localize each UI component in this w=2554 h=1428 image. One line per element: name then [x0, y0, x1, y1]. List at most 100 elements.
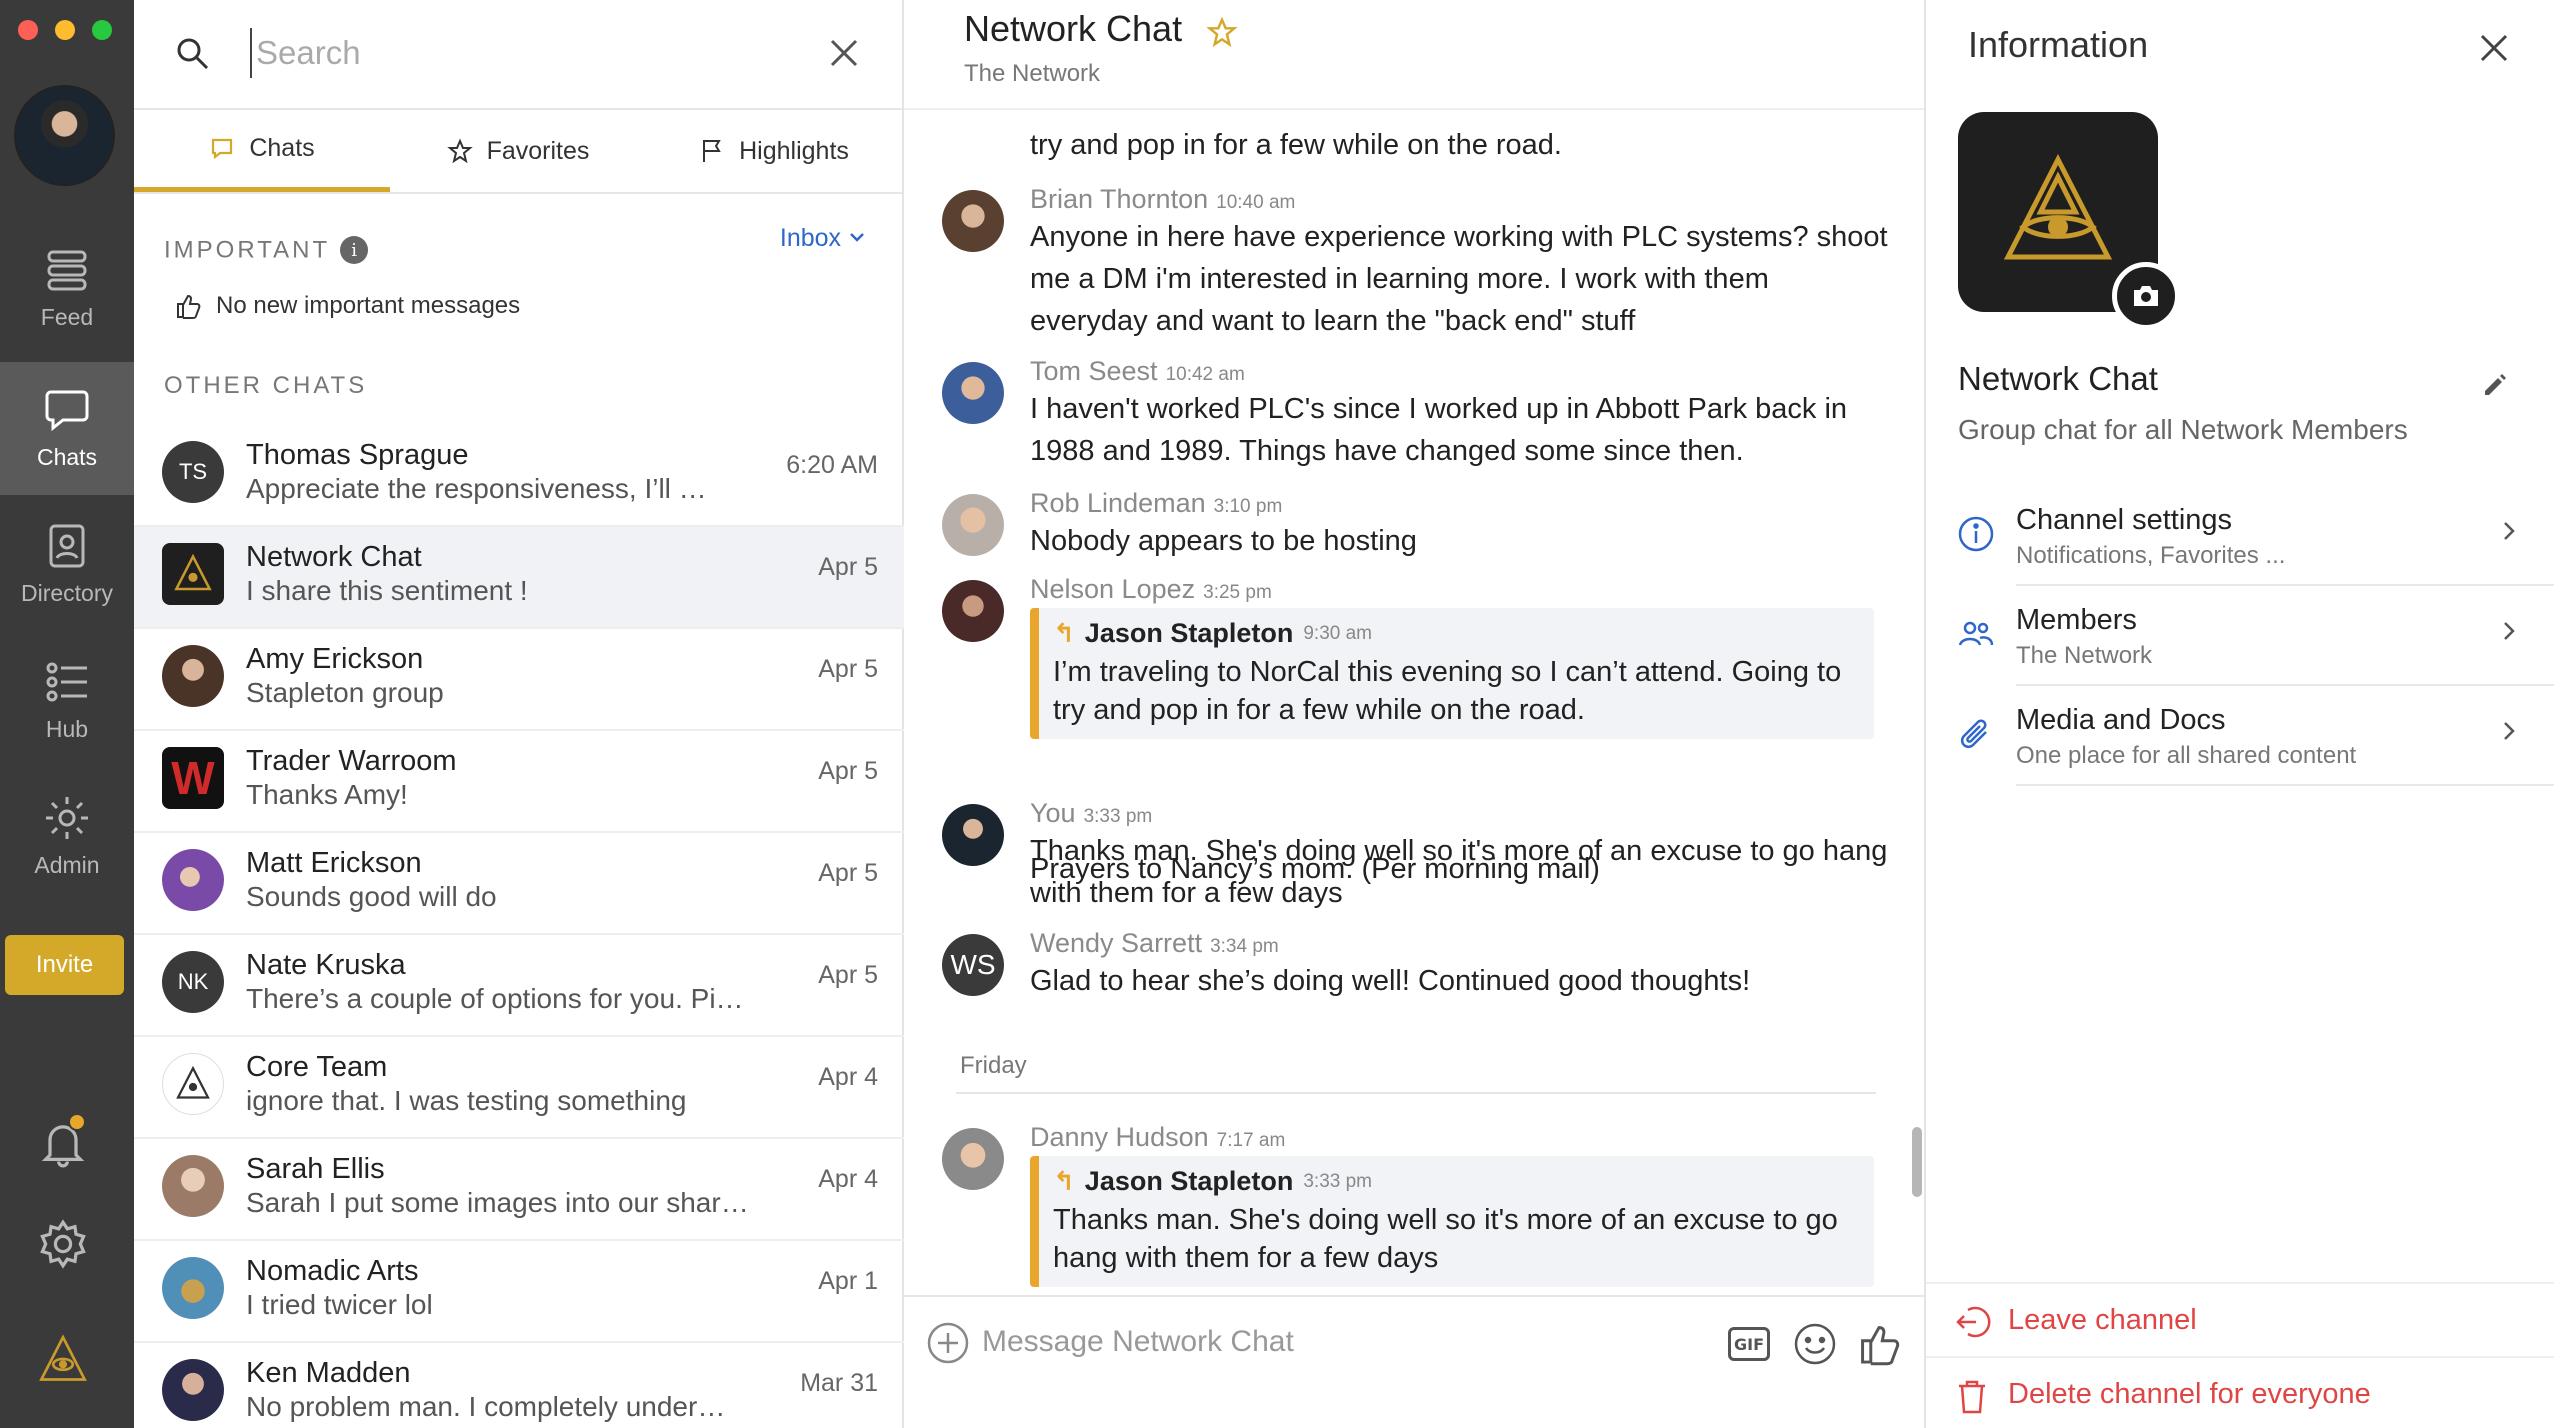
- members-row[interactable]: Members The Network: [1926, 586, 2554, 686]
- rail-item-chats[interactable]: Chats: [0, 362, 134, 495]
- chat-name: Matt Erickson: [246, 847, 422, 879]
- quote-author: Jason Stapleton: [1084, 1166, 1294, 1196]
- chat-row[interactable]: Network Chat I share this sentiment ! Ap…: [134, 527, 904, 629]
- chat-icon: [212, 138, 233, 159]
- add-attachment-icon[interactable]: [926, 1321, 970, 1365]
- avatar[interactable]: [942, 190, 1004, 252]
- thumbs-up-icon[interactable]: [1856, 1321, 1902, 1367]
- reply-arrow-icon: ↰: [1053, 1166, 1075, 1196]
- tab-highlights[interactable]: Highlights: [646, 110, 902, 192]
- media-and-docs-row[interactable]: Media and Docs One place for all shared …: [1926, 686, 2554, 786]
- channel-name: Network Chat: [1958, 360, 2158, 397]
- chat-preview: I tried twicer lol: [246, 1289, 433, 1320]
- avatar[interactable]: [942, 494, 1004, 556]
- rail-item-admin[interactable]: Admin: [0, 770, 134, 903]
- change-photo-button[interactable]: [2112, 262, 2180, 330]
- chat-row[interactable]: NK Nate Kruska There’s a couple of optio…: [134, 935, 904, 1037]
- network-logo-icon[interactable]: [37, 1334, 89, 1386]
- chat-name: Trader Warroom: [246, 745, 457, 777]
- tab-favorites[interactable]: Favorites: [390, 110, 646, 192]
- rail-item-feed[interactable]: Feed: [0, 222, 134, 355]
- message-author: You 3:33 pm: [1030, 798, 1153, 828]
- quoted-reply[interactable]: ↰ Jason Stapleton 3:33 pm Thanks man. She'…: [1030, 1156, 1874, 1287]
- message-list[interactable]: try and pop in for a few while on the ro…: [904, 110, 1924, 1295]
- message-time: 3:25 pm: [1203, 582, 1272, 603]
- search-bar: [134, 0, 902, 110]
- chat-time: Apr 4: [818, 1165, 878, 1193]
- chat-row[interactable]: W Trader Warroom Thanks Amy! Apr 5: [134, 731, 904, 833]
- rail-item-hub[interactable]: Hub: [0, 634, 134, 767]
- quote-text: Thanks man. She's doing well so it's mor…: [1053, 1204, 1838, 1274]
- chat-row[interactable]: Sarah Ellis Sarah I put some images into…: [134, 1139, 904, 1241]
- current-user-avatar[interactable]: [14, 85, 115, 186]
- chat-preview: Sounds good will do: [246, 881, 497, 912]
- settings-gear-icon[interactable]: [37, 1218, 89, 1270]
- chat-row[interactable]: Nomadic Arts I tried twicer lol Apr 1: [134, 1241, 904, 1343]
- chat-preview: There’s a couple of options for you. Pi…: [246, 983, 744, 1014]
- flag-icon: [703, 140, 721, 162]
- rail-item-label: Hub: [45, 716, 89, 742]
- chat-preview: Stapleton group: [246, 677, 444, 708]
- rail-item-label: Chats: [36, 444, 98, 470]
- conversation-title: Network Chat: [964, 8, 1183, 49]
- invite-button[interactable]: Invite: [5, 935, 124, 995]
- chat-time: Apr 1: [818, 1267, 878, 1295]
- emoji-icon[interactable]: [1792, 1321, 1838, 1367]
- quoted-reply[interactable]: ↰ Jason Stapleton 9:30 am I’m traveling to…: [1030, 608, 1874, 739]
- leave-label: Leave channel: [2008, 1304, 2197, 1336]
- avatar: [162, 543, 224, 605]
- chat-name: Nomadic Arts: [246, 1255, 419, 1287]
- avatar[interactable]: [942, 1128, 1004, 1190]
- scrollbar-thumb[interactable]: [1912, 1127, 1922, 1197]
- chat-name: Sarah Ellis: [246, 1153, 385, 1185]
- rail-item-directory[interactable]: Directory: [0, 498, 134, 631]
- day-separator: Friday: [956, 1052, 1876, 1094]
- info-icon[interactable]: i: [340, 236, 369, 264]
- message-input[interactable]: [982, 1317, 1582, 1367]
- chat-row[interactable]: Core Team ignore that. I was testing som…: [134, 1037, 904, 1139]
- message-author: Tom Seest 10:42 am: [1030, 356, 1245, 386]
- chat-row[interactable]: Ken Madden No problem man. I completely …: [134, 1343, 904, 1428]
- row-subtitle: One place for all shared content: [2016, 742, 2357, 769]
- window-controls: [18, 20, 112, 40]
- tab-label: Favorites: [486, 136, 590, 165]
- avatar: [162, 849, 224, 911]
- chat-row[interactable]: Amy Erickson Stapleton group Apr 5: [134, 629, 904, 731]
- directory-icon: [49, 524, 85, 568]
- zoom-window-button[interactable]: [92, 20, 112, 40]
- favorite-star-icon[interactable]: [1206, 16, 1238, 48]
- gif-button[interactable]: GIF: [1728, 1327, 1770, 1361]
- avatar[interactable]: WS: [942, 934, 1004, 996]
- message-time: 10:40 am: [1216, 192, 1296, 213]
- chat-name: Thomas Sprague: [246, 439, 469, 471]
- avatar[interactable]: [942, 804, 1004, 866]
- message-time: 3:34 pm: [1210, 936, 1279, 957]
- close-icon[interactable]: [2474, 28, 2514, 68]
- chat-row[interactable]: Matt Erickson Sounds good will do Apr 5: [134, 833, 904, 935]
- message-text: Glad to hear she’s doing well! Continued…: [1030, 965, 1751, 997]
- clear-search-icon[interactable]: [824, 33, 864, 73]
- thumbs-up-icon: [177, 294, 201, 319]
- close-window-button[interactable]: [18, 20, 38, 40]
- avatar[interactable]: [942, 362, 1004, 424]
- edit-pencil-icon[interactable]: [2482, 372, 2508, 398]
- inbox-filter-dropdown[interactable]: Inbox: [780, 224, 866, 253]
- avatar: [162, 1155, 224, 1217]
- other-chats-heading: OTHER CHATS: [164, 372, 368, 399]
- team-logo-icon: [176, 1066, 210, 1099]
- quote-time: 9:30 am: [1303, 622, 1372, 644]
- app-rail: Feed Chats Directory Hub Admin Invite: [0, 0, 134, 1428]
- delete-channel-button[interactable]: Delete channel for everyone: [1926, 1356, 2554, 1428]
- chat-preview: Sarah I put some images into our shar…: [246, 1187, 749, 1218]
- minimize-window-button[interactable]: [55, 20, 75, 40]
- avatar[interactable]: [942, 580, 1004, 642]
- search-input[interactable]: [250, 28, 790, 78]
- leave-channel-button[interactable]: Leave channel: [1926, 1282, 2554, 1356]
- chat-row[interactable]: TS Thomas Sprague Appreciate the respons…: [134, 425, 904, 527]
- message-author: Rob Lindeman 3:10 pm: [1030, 488, 1283, 518]
- channel-settings-row[interactable]: Channel settings Notifications, Favorite…: [1926, 486, 2554, 586]
- tab-chats[interactable]: Chats: [134, 110, 390, 192]
- tab-label: Highlights: [739, 136, 849, 165]
- info-circle-icon: [1958, 516, 1994, 552]
- message-time: 3:33 pm: [1083, 806, 1153, 827]
